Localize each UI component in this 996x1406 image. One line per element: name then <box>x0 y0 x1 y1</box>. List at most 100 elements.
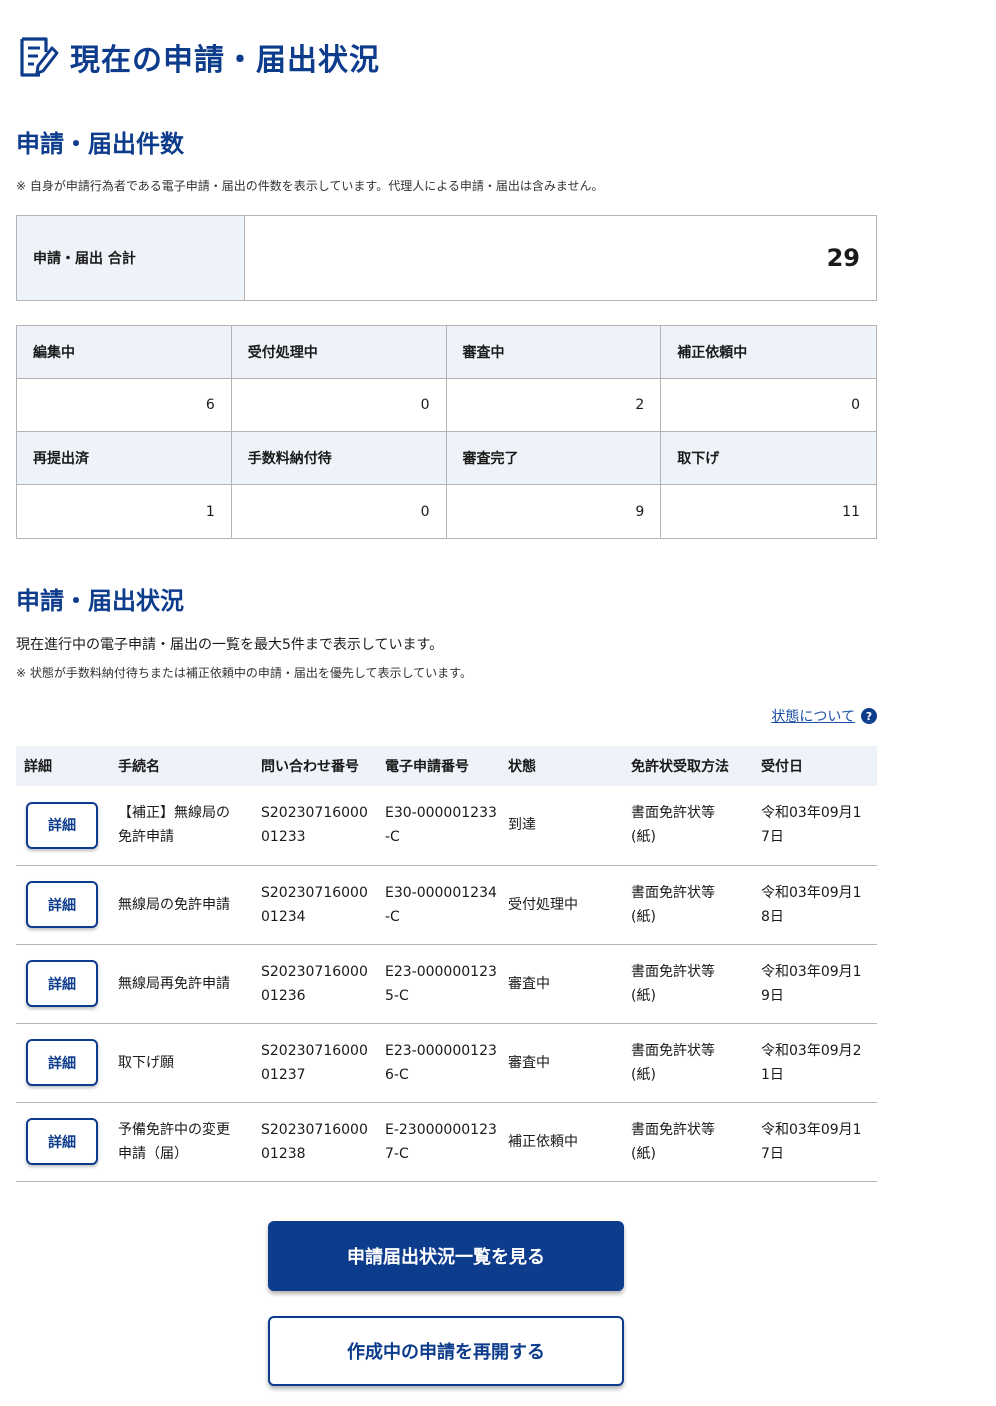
received-date-cell-line: 7日 <box>761 829 784 846</box>
stat-value-reviewing: 2 <box>446 379 662 432</box>
procedure-name-cell: 取下げ願 <box>110 1023 253 1103</box>
license-method-cell: 書面免許状等 (紙) <box>623 1023 753 1103</box>
procedure-name-cell: 【補正】無線局の 免許申請 <box>110 786 253 866</box>
procedure-name-cell-line: 無線局の免許申請 <box>118 896 230 913</box>
application-number-cell-line: 7-C <box>385 1145 409 1162</box>
procedure-name-cell-line: 免許申請 <box>118 829 174 846</box>
license-method-cell-line: (紙) <box>631 829 656 846</box>
inquiry-number-cell-line: 01233 <box>261 829 306 846</box>
received-date-cell-line: 令和03年09月1 <box>761 1121 862 1138</box>
applications-table: 詳細 手続名 問い合わせ番号 電子申請番号 状態 免許状受取方法 受付日 詳細【… <box>16 746 877 1182</box>
resume-draft-button[interactable]: 作成中の申請を再開する <box>268 1316 624 1386</box>
col-header-application-no: 電子申請番号 <box>385 759 469 775</box>
procedure-name-cell: 無線局の免許申請 <box>110 865 253 945</box>
table-header-row: 詳細 手続名 問い合わせ番号 電子申請番号 状態 免許状受取方法 受付日 <box>16 746 877 786</box>
received-date-cell: 令和03年09月1 7日 <box>753 1102 877 1182</box>
received-date-cell-line: 7日 <box>761 1145 784 1162</box>
stat-label-review-complete: 審査完了 <box>446 432 662 485</box>
table-row: 詳細 無線局再免許申請 S20230716000 01236 E23-000000123… <box>16 944 877 1024</box>
application-number-cell: E-23000000123 7-C <box>377 1102 500 1182</box>
page-title: 現在の申請・届出状況 <box>70 43 380 78</box>
license-method-cell: 書面免許状等 (紙) <box>623 1102 753 1182</box>
stat-label-correction: 補正依頼中 <box>661 326 876 379</box>
inquiry-number-cell-line: S20230716000 <box>261 1042 368 1059</box>
col-header-procedure: 手続名 <box>118 759 160 775</box>
application-number-cell-line: E-23000000123 <box>385 1121 497 1138</box>
application-number-cell: E23-000000123 5-C <box>377 944 500 1024</box>
status-note: ※ 状態が手数料納付待ちまたは補正依頼中の申請・届出を優先して表示しています。 <box>16 666 472 680</box>
detail-cell: 詳細 <box>16 865 110 945</box>
status-info-link[interactable]: 状態について ? <box>771 706 877 726</box>
received-date-cell-line: 令和03年09月1 <box>761 884 862 901</box>
detail-button[interactable]: 詳細 <box>26 1118 98 1165</box>
application-number-cell-line: -C <box>385 829 400 846</box>
received-date-cell-line: 令和03年09月2 <box>761 1042 862 1059</box>
status-cell: 審査中 <box>500 1023 623 1103</box>
inquiry-number-cell-line: 01237 <box>261 1066 306 1083</box>
license-method-cell-line: 書面免許状等 <box>631 963 715 980</box>
received-date-cell: 令和03年09月2 1日 <box>753 1023 877 1103</box>
inquiry-number-cell-line: S20230716000 <box>261 805 368 822</box>
view-status-list-button[interactable]: 申請届出状況一覧を見る <box>268 1221 624 1291</box>
procedure-name-cell-line: 無線局再免許申請 <box>118 975 230 992</box>
total-count-box: 申請・届出 合計 29 <box>16 215 877 301</box>
license-method-cell-line: 書面免許状等 <box>631 1121 715 1138</box>
application-number-cell-line: 5-C <box>385 987 409 1004</box>
total-label: 申請・届出 合計 <box>17 216 245 300</box>
received-date-cell: 令和03年09月1 9日 <box>753 944 877 1024</box>
inquiry-number-cell: S20230716000 01234 <box>253 865 377 945</box>
detail-button[interactable]: 詳細 <box>26 1039 98 1086</box>
license-method-cell-line: 書面免許状等 <box>631 805 715 822</box>
inquiry-number-cell-line: S20230716000 <box>261 884 368 901</box>
col-header-inquiry-no: 問い合わせ番号 <box>261 759 359 775</box>
page-header: 現在の申請・届出状況 <box>16 32 380 82</box>
detail-button[interactable]: 詳細 <box>26 881 98 928</box>
stat-label-receiving: 受付処理中 <box>231 326 447 379</box>
inquiry-number-cell: S20230716000 01238 <box>253 1102 377 1182</box>
status-cell: 補正依頼中 <box>500 1102 623 1182</box>
license-method-cell-line: (紙) <box>631 1066 656 1083</box>
detail-cell: 詳細 <box>16 1102 110 1182</box>
status-cell: 審査中 <box>500 944 623 1024</box>
application-number-cell: E30-000001233 -C <box>377 786 500 866</box>
license-method-cell: 書面免許状等 (紙) <box>623 944 753 1024</box>
license-method-cell: 書面免許状等 (紙) <box>623 786 753 866</box>
application-number-cell: E30-000001234 -C <box>377 865 500 945</box>
received-date-cell: 令和03年09月1 8日 <box>753 865 877 945</box>
detail-button[interactable]: 詳細 <box>26 960 98 1007</box>
license-method-cell-line: 書面免許状等 <box>631 884 715 901</box>
stat-value-correction: 0 <box>661 379 876 432</box>
procedure-name-cell: 予備免許中の変更 申請（届） <box>110 1102 253 1182</box>
application-number-cell: E23-000000123 6-C <box>377 1023 500 1103</box>
application-number-cell-line: E30-000001233 <box>385 805 497 822</box>
status-lead: 現在進行中の電子申請・届出の一覧を最大5件まで表示しています。 <box>16 637 444 653</box>
procedure-name-cell-line: 申請（届） <box>118 1145 188 1162</box>
stat-value-resubmitted: 1 <box>17 485 232 538</box>
stat-label-resubmitted: 再提出済 <box>17 432 232 485</box>
received-date-cell-line: 令和03年09月1 <box>761 963 862 980</box>
inquiry-number-cell: S20230716000 01236 <box>253 944 377 1024</box>
stat-label-editing: 編集中 <box>17 326 232 379</box>
inquiry-number-cell: S20230716000 01233 <box>253 786 377 866</box>
received-date-cell: 令和03年09月1 7日 <box>753 786 877 866</box>
license-method-cell-line: (紙) <box>631 987 656 1004</box>
col-header-license-method: 免許状受取方法 <box>631 759 729 775</box>
inquiry-number-cell-line: 01234 <box>261 908 306 925</box>
stat-value-editing: 6 <box>17 379 232 432</box>
application-number-cell-line: -C <box>385 908 400 925</box>
stat-label-reviewing: 審査中 <box>446 326 662 379</box>
col-header-received-date: 受付日 <box>761 759 803 775</box>
received-date-cell-line: 8日 <box>761 908 784 925</box>
total-value: 29 <box>826 244 860 272</box>
license-method-cell-line: (紙) <box>631 908 656 925</box>
procedure-name-cell-line: 予備免許中の変更 <box>118 1121 230 1138</box>
procedure-name-cell-line: 【補正】無線局の <box>118 805 230 822</box>
status-count-grid: 編集中 受付処理中 審査中 補正依頼中 6 0 2 0 再提出済 手数料納付待 … <box>16 325 877 539</box>
stat-value-withdrawn: 11 <box>842 503 860 520</box>
detail-cell: 詳細 <box>16 944 110 1024</box>
detail-button[interactable]: 詳細 <box>26 801 98 849</box>
stat-label-fee-pending: 手数料納付待 <box>231 432 447 485</box>
license-method-cell: 書面免許状等 (紙) <box>623 865 753 945</box>
counts-heading: 申請・届出件数 <box>16 130 184 158</box>
procedure-name-cell-line: 取下げ願 <box>118 1054 174 1071</box>
